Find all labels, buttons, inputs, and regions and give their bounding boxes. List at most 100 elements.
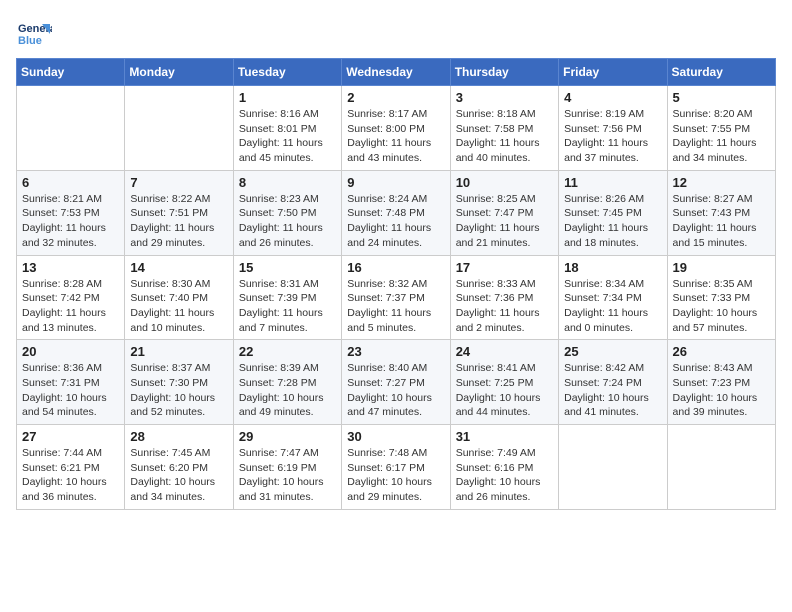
page-header: General Blue bbox=[16, 16, 776, 52]
day-number: 20 bbox=[22, 344, 119, 359]
day-info: Sunrise: 8:36 AMSunset: 7:31 PMDaylight:… bbox=[22, 361, 119, 420]
day-info: Sunrise: 8:30 AMSunset: 7:40 PMDaylight:… bbox=[130, 277, 227, 336]
day-number: 9 bbox=[347, 175, 444, 190]
day-info: Sunrise: 8:23 AMSunset: 7:50 PMDaylight:… bbox=[239, 192, 336, 251]
calendar-cell: 4Sunrise: 8:19 AMSunset: 7:56 PMDaylight… bbox=[559, 86, 667, 171]
calendar-cell: 6 Sunrise: 8:21 AMSunset: 7:53 PMDaylight… bbox=[17, 170, 125, 255]
calendar-week-row: 13Sunrise: 8:28 AMSunset: 7:42 PMDayligh… bbox=[17, 255, 776, 340]
calendar-body: 1Sunrise: 8:16 AMSunset: 8:01 PMDaylight… bbox=[17, 86, 776, 510]
day-number: 2 bbox=[347, 90, 444, 105]
logo-icon: General Blue bbox=[16, 16, 52, 52]
calendar-cell: 13Sunrise: 8:28 AMSunset: 7:42 PMDayligh… bbox=[17, 255, 125, 340]
weekday-header-tuesday: Tuesday bbox=[233, 59, 341, 86]
calendar-cell: 17 Sunrise: 8:33 AMSunset: 7:36 PMDayligh… bbox=[450, 255, 558, 340]
day-info: Sunrise: 8:25 AMSunset: 7:47 PMDaylight:… bbox=[456, 192, 553, 251]
day-info: Sunrise: 8:35 AMSunset: 7:33 PMDaylight:… bbox=[673, 277, 770, 336]
day-info: Sunrise: 8:27 AMSunset: 7:43 PMDaylight:… bbox=[673, 192, 770, 251]
calendar-cell: 3 Sunrise: 8:18 AMSunset: 7:58 PMDaylight… bbox=[450, 86, 558, 171]
day-number: 24 bbox=[456, 344, 553, 359]
calendar-cell: 8 Sunrise: 8:23 AMSunset: 7:50 PMDaylight… bbox=[233, 170, 341, 255]
day-info: Sunrise: 8:18 AMSunset: 7:58 PMDaylight:… bbox=[456, 107, 553, 166]
day-number: 16 bbox=[347, 260, 444, 275]
calendar-cell: 5 Sunrise: 8:20 AMSunset: 7:55 PMDaylight… bbox=[667, 86, 775, 171]
day-info: Sunrise: 8:24 AMSunset: 7:48 PMDaylight:… bbox=[347, 192, 444, 251]
day-info: Sunrise: 8:31 AMSunset: 7:39 PMDaylight:… bbox=[239, 277, 336, 336]
day-number: 3 bbox=[456, 90, 553, 105]
calendar-cell: 2 Sunrise: 8:17 AMSunset: 8:00 PMDaylight… bbox=[342, 86, 450, 171]
calendar-cell: 1Sunrise: 8:16 AMSunset: 8:01 PMDaylight… bbox=[233, 86, 341, 171]
calendar-cell: 15Sunrise: 8:31 AMSunset: 7:39 PMDayligh… bbox=[233, 255, 341, 340]
weekday-header-friday: Friday bbox=[559, 59, 667, 86]
day-info: Sunrise: 7:45 AMSunset: 6:20 PMDaylight:… bbox=[130, 446, 227, 505]
calendar-cell: 19 Sunrise: 8:35 AMSunset: 7:33 PMDayligh… bbox=[667, 255, 775, 340]
calendar-header: SundayMondayTuesdayWednesdayThursdayFrid… bbox=[17, 59, 776, 86]
calendar-cell: 22 Sunrise: 8:39 AMSunset: 7:28 PMDayligh… bbox=[233, 340, 341, 425]
day-info: Sunrise: 8:41 AMSunset: 7:25 PMDaylight:… bbox=[456, 361, 553, 420]
day-info: Sunrise: 7:44 AMSunset: 6:21 PMDaylight:… bbox=[22, 446, 119, 505]
calendar-cell: 21 Sunrise: 8:37 AMSunset: 7:30 PMDayligh… bbox=[125, 340, 233, 425]
calendar-cell: 29 Sunrise: 7:47 AMSunset: 6:19 PMDayligh… bbox=[233, 425, 341, 510]
day-number: 25 bbox=[564, 344, 661, 359]
day-info: Sunrise: 8:20 AMSunset: 7:55 PMDaylight:… bbox=[673, 107, 770, 166]
calendar-cell: 28 Sunrise: 7:45 AMSunset: 6:20 PMDayligh… bbox=[125, 425, 233, 510]
day-info: Sunrise: 8:33 AMSunset: 7:36 PMDaylight:… bbox=[456, 277, 553, 336]
calendar-cell bbox=[125, 86, 233, 171]
calendar-week-row: 20 Sunrise: 8:36 AMSunset: 7:31 PMDayligh… bbox=[17, 340, 776, 425]
weekday-header-thursday: Thursday bbox=[450, 59, 558, 86]
calendar-cell: 25 Sunrise: 8:42 AMSunset: 7:24 PMDayligh… bbox=[559, 340, 667, 425]
day-info: Sunrise: 8:26 AMSunset: 7:45 PMDaylight:… bbox=[564, 192, 661, 251]
day-number: 14 bbox=[130, 260, 227, 275]
day-info: Sunrise: 8:21 AMSunset: 7:53 PMDaylight:… bbox=[22, 192, 119, 251]
calendar-cell: 20 Sunrise: 8:36 AMSunset: 7:31 PMDayligh… bbox=[17, 340, 125, 425]
day-number: 18 bbox=[564, 260, 661, 275]
day-info: Sunrise: 8:32 AMSunset: 7:37 PMDaylight:… bbox=[347, 277, 444, 336]
calendar-cell: 24 Sunrise: 8:41 AMSunset: 7:25 PMDayligh… bbox=[450, 340, 558, 425]
weekday-header-saturday: Saturday bbox=[667, 59, 775, 86]
day-number: 19 bbox=[673, 260, 770, 275]
day-info: Sunrise: 8:37 AMSunset: 7:30 PMDaylight:… bbox=[130, 361, 227, 420]
day-number: 26 bbox=[673, 344, 770, 359]
calendar-cell: 14 Sunrise: 8:30 AMSunset: 7:40 PMDayligh… bbox=[125, 255, 233, 340]
day-info: Sunrise: 8:34 AMSunset: 7:34 PMDaylight:… bbox=[564, 277, 661, 336]
day-info: Sunrise: 8:22 AMSunset: 7:51 PMDaylight:… bbox=[130, 192, 227, 251]
calendar-cell bbox=[559, 425, 667, 510]
day-info: Sunrise: 8:40 AMSunset: 7:27 PMDaylight:… bbox=[347, 361, 444, 420]
day-info: Sunrise: 7:47 AMSunset: 6:19 PMDaylight:… bbox=[239, 446, 336, 505]
day-number: 13 bbox=[22, 260, 119, 275]
day-info: Sunrise: 8:39 AMSunset: 7:28 PMDaylight:… bbox=[239, 361, 336, 420]
calendar-table: SundayMondayTuesdayWednesdayThursdayFrid… bbox=[16, 58, 776, 510]
calendar-cell: 26 Sunrise: 8:43 AMSunset: 7:23 PMDayligh… bbox=[667, 340, 775, 425]
calendar-cell: 12Sunrise: 8:27 AMSunset: 7:43 PMDayligh… bbox=[667, 170, 775, 255]
day-number: 5 bbox=[673, 90, 770, 105]
calendar-cell: 9 Sunrise: 8:24 AMSunset: 7:48 PMDaylight… bbox=[342, 170, 450, 255]
day-number: 31 bbox=[456, 429, 553, 444]
calendar-week-row: 1Sunrise: 8:16 AMSunset: 8:01 PMDaylight… bbox=[17, 86, 776, 171]
day-number: 8 bbox=[239, 175, 336, 190]
svg-text:Blue: Blue bbox=[18, 35, 42, 47]
calendar-cell: 11Sunrise: 8:26 AMSunset: 7:45 PMDayligh… bbox=[559, 170, 667, 255]
calendar-week-row: 27Sunrise: 7:44 AMSunset: 6:21 PMDayligh… bbox=[17, 425, 776, 510]
day-info: Sunrise: 7:49 AMSunset: 6:16 PMDaylight:… bbox=[456, 446, 553, 505]
day-number: 6 bbox=[22, 175, 119, 190]
day-number: 4 bbox=[564, 90, 661, 105]
day-number: 28 bbox=[130, 429, 227, 444]
calendar-week-row: 6 Sunrise: 8:21 AMSunset: 7:53 PMDaylight… bbox=[17, 170, 776, 255]
weekday-header-wednesday: Wednesday bbox=[342, 59, 450, 86]
calendar-cell: 16 Sunrise: 8:32 AMSunset: 7:37 PMDayligh… bbox=[342, 255, 450, 340]
day-info: Sunrise: 8:16 AMSunset: 8:01 PMDaylight:… bbox=[239, 107, 336, 166]
day-number: 29 bbox=[239, 429, 336, 444]
calendar-cell bbox=[17, 86, 125, 171]
day-number: 30 bbox=[347, 429, 444, 444]
calendar-cell bbox=[667, 425, 775, 510]
calendar-cell: 18 Sunrise: 8:34 AMSunset: 7:34 PMDayligh… bbox=[559, 255, 667, 340]
day-info: Sunrise: 8:43 AMSunset: 7:23 PMDaylight:… bbox=[673, 361, 770, 420]
day-number: 21 bbox=[130, 344, 227, 359]
day-info: Sunrise: 8:17 AMSunset: 8:00 PMDaylight:… bbox=[347, 107, 444, 166]
calendar-cell: 7Sunrise: 8:22 AMSunset: 7:51 PMDaylight… bbox=[125, 170, 233, 255]
day-number: 22 bbox=[239, 344, 336, 359]
weekday-header-monday: Monday bbox=[125, 59, 233, 86]
day-number: 17 bbox=[456, 260, 553, 275]
day-info: Sunrise: 8:42 AMSunset: 7:24 PMDaylight:… bbox=[564, 361, 661, 420]
calendar-cell: 27Sunrise: 7:44 AMSunset: 6:21 PMDayligh… bbox=[17, 425, 125, 510]
calendar-cell: 23Sunrise: 8:40 AMSunset: 7:27 PMDayligh… bbox=[342, 340, 450, 425]
